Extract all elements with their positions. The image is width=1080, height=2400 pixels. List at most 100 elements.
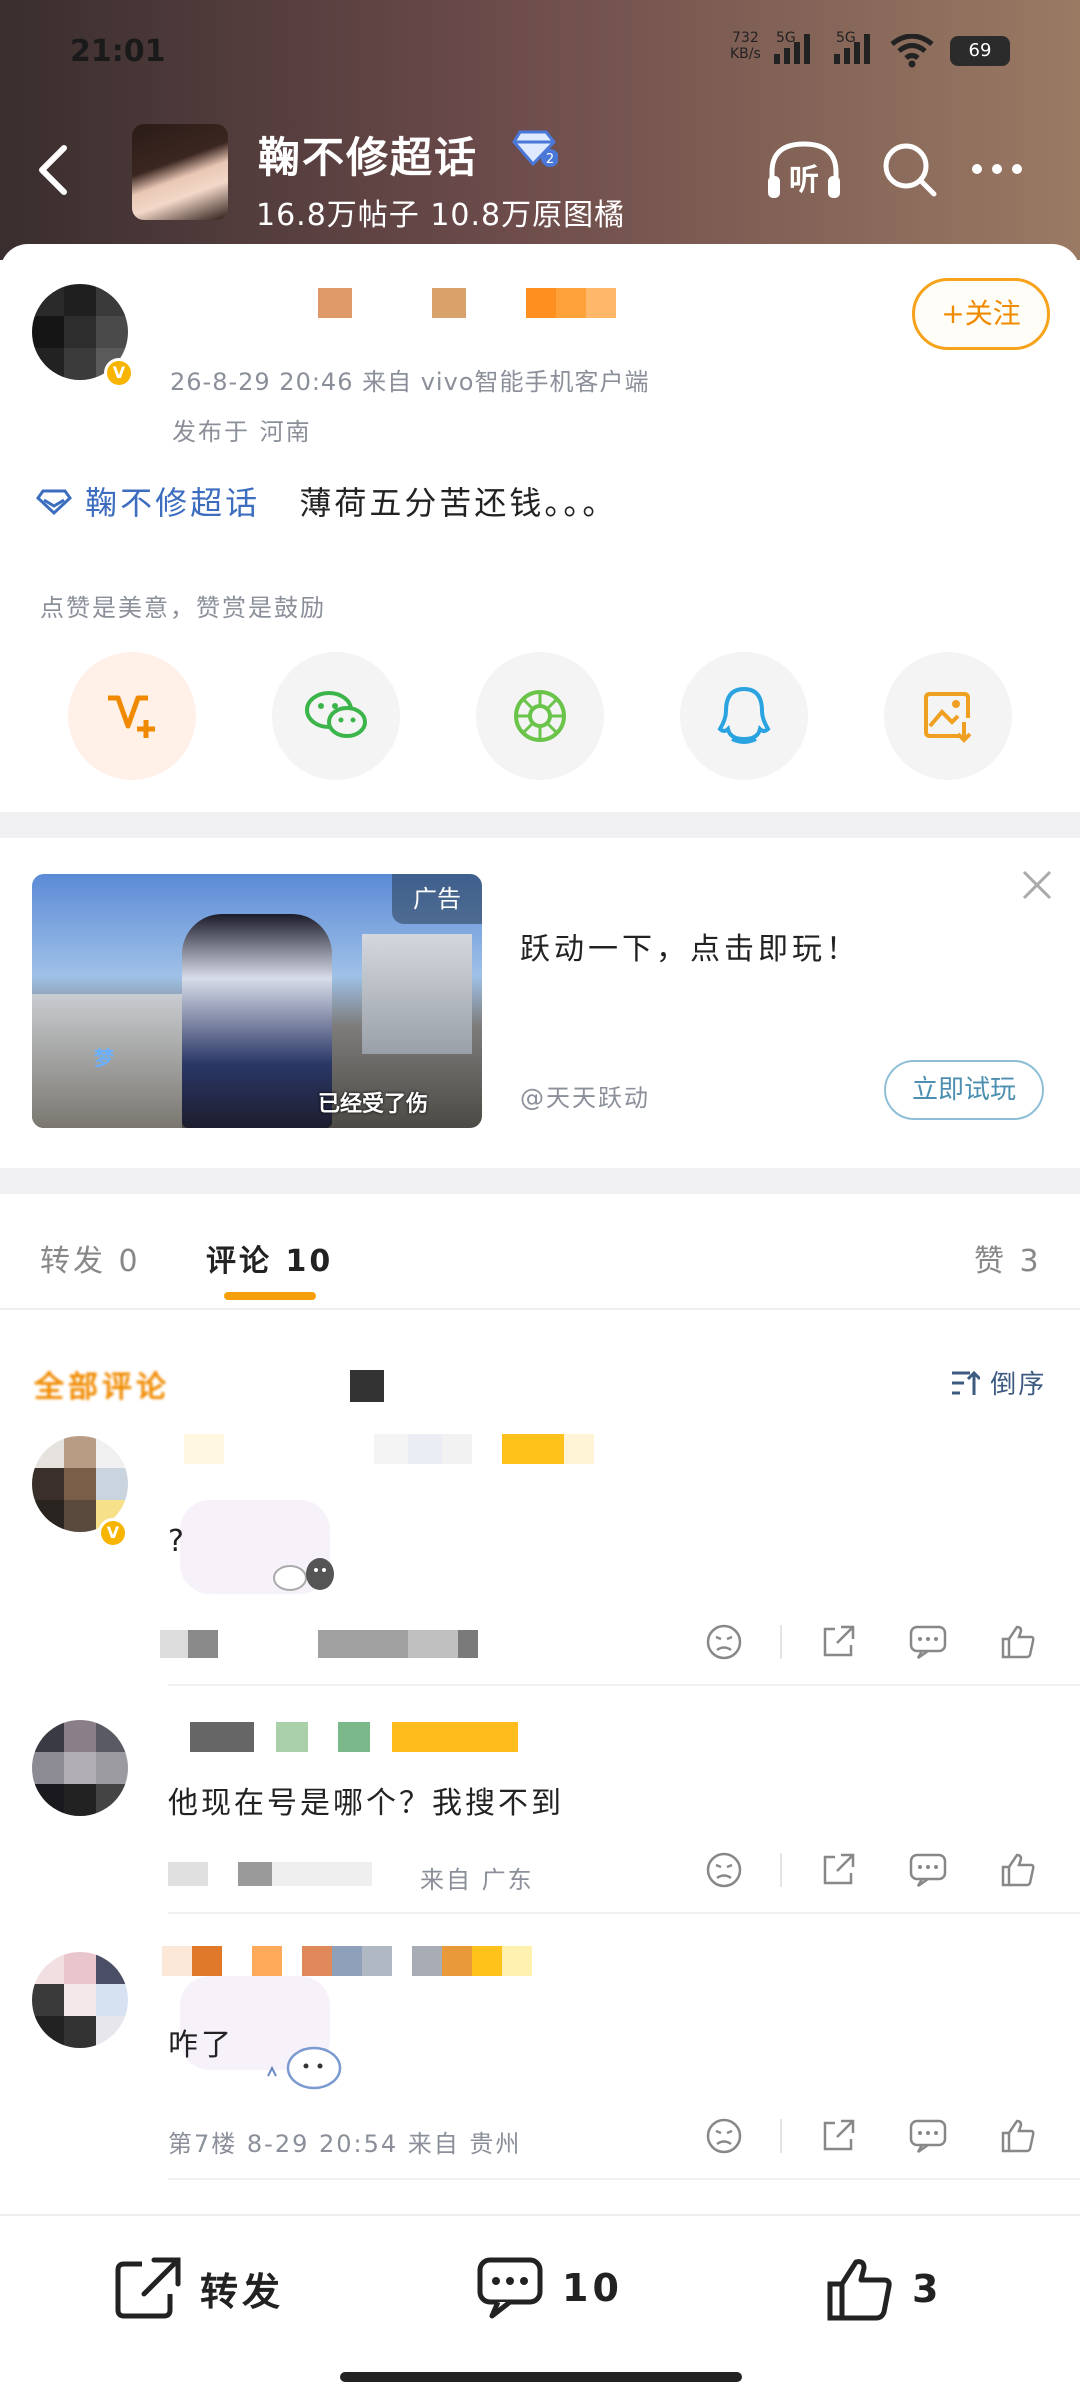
- ad-image-building: [362, 934, 472, 1054]
- all-comments-label[interactable]: 全部评论: [34, 1362, 170, 1406]
- comment-text: ?: [168, 1524, 187, 1559]
- comment-meta-redacted: [160, 1630, 478, 1658]
- signal-1-icon: [774, 34, 810, 64]
- like-icon[interactable]: [998, 2116, 1038, 2156]
- redacted-block: [350, 1370, 384, 1402]
- status-bar: 21:01 732 KB/s 5G 5G 69: [0, 0, 1080, 110]
- section-divider: [0, 812, 1080, 838]
- tab-likes[interactable]: 赞 3: [974, 1236, 1042, 1280]
- commenter-name-redacted: [184, 1434, 594, 1464]
- svg-text:2: 2: [546, 152, 554, 167]
- share-icon[interactable]: [818, 1850, 858, 1890]
- post-text: 薄荷五分苦还钱。。。: [299, 484, 618, 522]
- comment-divider: [168, 2178, 1080, 2180]
- commenter-name-redacted: [190, 1722, 518, 1752]
- ad-try-button[interactable]: 立即试玩: [884, 1060, 1044, 1120]
- post-location: 发布于 河南: [172, 418, 312, 446]
- repost-icon: [115, 2257, 181, 2319]
- share-qq-button[interactable]: [680, 652, 808, 780]
- comment-count: 10: [562, 2266, 623, 2310]
- wechat-icon: [305, 691, 367, 738]
- like-icon[interactable]: [998, 1622, 1038, 1662]
- dislike-icon[interactable]: [704, 2116, 744, 2156]
- comment-divider: [168, 1684, 1080, 1686]
- repost-label: 转发: [200, 2269, 285, 2314]
- reply-icon[interactable]: [908, 1850, 948, 1890]
- save-image-icon: [924, 692, 972, 743]
- net-speed: 732 KB/s: [730, 30, 761, 62]
- status-time: 21:01: [70, 34, 166, 69]
- comment-avatar[interactable]: [32, 1952, 128, 2048]
- share-icon[interactable]: [818, 2116, 858, 2156]
- reply-icon[interactable]: [908, 1622, 948, 1662]
- diamond-badge-icon: 2: [512, 130, 558, 167]
- praise-tip: 点赞是美意，赞赏是鼓励: [40, 594, 326, 622]
- verified-badge-icon: V: [104, 358, 134, 388]
- tabs: 转发 0 评论 10 赞 3: [0, 1200, 1080, 1310]
- cat-sticker-icon: [273, 1558, 334, 1591]
- share-row: [68, 652, 1012, 780]
- reward-button[interactable]: [68, 652, 196, 780]
- more-icon[interactable]: [972, 164, 1022, 174]
- post-meta: 26-8-29 20:46 来自 vivo智能手机客户端: [170, 368, 650, 396]
- reply-icon[interactable]: [908, 2116, 948, 2156]
- comment-button[interactable]: 10: [476, 2256, 623, 2320]
- comment-avatar[interactable]: [32, 1720, 128, 1816]
- qq-icon: [717, 686, 771, 744]
- ad-image-name: 梦: [94, 1046, 114, 1070]
- comment-text: 他现在号是哪个？我搜不到: [168, 1786, 564, 1821]
- save-image-button[interactable]: [884, 652, 1012, 780]
- close-icon[interactable]: [1020, 868, 1054, 902]
- topic-avatar[interactable]: [132, 124, 228, 220]
- comment-meta-redacted: [168, 1862, 372, 1886]
- comment-actions: [704, 2116, 1038, 2156]
- repost-button[interactable]: 转发: [114, 2256, 284, 2320]
- comment-meta: 来自 广东: [420, 1866, 534, 1894]
- signal-2-icon: [834, 34, 870, 64]
- sort-button[interactable]: 倒序: [950, 1364, 1046, 1401]
- commenter-name-redacted: [162, 1946, 532, 1976]
- follow-button[interactable]: +关注: [912, 278, 1050, 350]
- dislike-icon[interactable]: [704, 1850, 744, 1890]
- share-wechat-button[interactable]: [272, 652, 400, 780]
- comment-divider: [168, 1912, 1080, 1914]
- listen-icon[interactable]: 听: [764, 138, 844, 204]
- reward-v-icon: [108, 695, 155, 738]
- like-count: 3: [912, 2267, 943, 2311]
- ad-source: @天天跃动: [520, 1084, 650, 1112]
- ad-image-character: [182, 914, 332, 1128]
- tab-repost[interactable]: 转发 0: [40, 1236, 141, 1280]
- home-indicator[interactable]: [340, 2372, 742, 2382]
- comment-meta: 第7楼 8-29 20:54 来自 贵州: [168, 2130, 522, 2158]
- author-name-redacted: [318, 288, 616, 318]
- comment-actions: [704, 1622, 1038, 1662]
- back-icon[interactable]: [30, 140, 80, 200]
- tabs-divider: [0, 1308, 1080, 1310]
- ad-image-caption: 已经受了伤: [318, 1092, 429, 1117]
- topic-header: 21:01 732 KB/s 5G 5G 69 鞠不修超话 2 16.8万帖子 …: [0, 0, 1080, 260]
- like-icon[interactable]: [998, 1850, 1038, 1890]
- tab-comments[interactable]: 评论 10: [206, 1236, 333, 1280]
- tab-underline: [224, 1292, 316, 1300]
- moments-icon: [514, 690, 566, 742]
- sort-icon: [952, 1370, 982, 1395]
- thumbs-up-icon: [827, 2259, 892, 2321]
- search-icon[interactable]: [880, 140, 940, 200]
- post-content: 鞠不修超话 薄荷五分苦还钱。。。: [36, 478, 617, 524]
- comment-text: 咋了: [168, 2028, 234, 2063]
- like-button[interactable]: 3: [826, 2256, 942, 2322]
- comment-icon: [477, 2257, 543, 2319]
- post-sheet: [0, 244, 1080, 2400]
- ad-title[interactable]: 跃动一下，点击即玩！: [520, 924, 860, 968]
- share-moments-button[interactable]: [476, 652, 604, 780]
- battery-icon: 69: [950, 36, 1010, 66]
- verified-badge-icon: V: [98, 1518, 128, 1548]
- topic-stats: 16.8万帖子 10.8万原图橘: [256, 198, 626, 233]
- share-icon[interactable]: [818, 1622, 858, 1662]
- ad-tag: 广告: [392, 874, 482, 924]
- section-divider: [0, 1168, 1080, 1194]
- topic-title[interactable]: 鞠不修超话: [258, 124, 478, 185]
- post-topic-link[interactable]: 鞠不修超话: [85, 484, 260, 522]
- cat-sticker-icon: [267, 2046, 342, 2090]
- dislike-icon[interactable]: [704, 1622, 744, 1662]
